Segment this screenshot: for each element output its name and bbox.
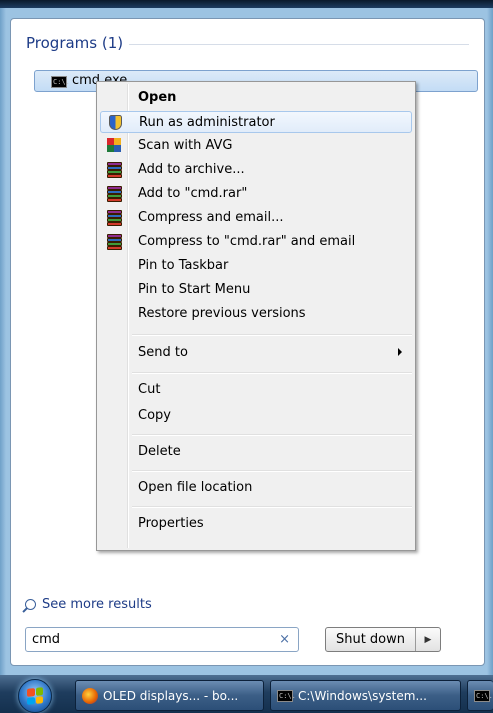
programs-header-label: Programs (1) [26, 34, 124, 52]
menu-item-scan-with-avg[interactable]: Scan with AVG [100, 135, 412, 157]
menu-item-send-to[interactable]: Send to [100, 342, 412, 364]
menu-item-label: Open [138, 90, 177, 105]
menu-item-label: Compress to "cmd.rar" and email [138, 234, 356, 249]
menu-item-label: Properties [138, 516, 204, 531]
menu-item-delete[interactable]: Delete [100, 441, 412, 463]
menu-item-label: Run as administrator [139, 115, 275, 130]
console-icon: C:\. [51, 76, 70, 88]
search-input[interactable] [32, 631, 262, 648]
context-menu: Open Run as administrator Scan with AVG … [96, 81, 416, 551]
menu-item-label: Cut [138, 382, 161, 397]
start-search-box[interactable]: × [25, 627, 299, 652]
menu-item-copy[interactable]: Copy [100, 405, 412, 427]
menu-item-label: Open file location [138, 480, 253, 495]
winrar-icon [107, 186, 122, 202]
shutdown-options-button[interactable]: ▶ [416, 628, 440, 651]
menu-item-label: Restore previous versions [138, 306, 306, 321]
shutdown-label: Shut down [335, 632, 406, 647]
see-more-results-link[interactable]: See more results [25, 597, 152, 612]
taskbar-firefox-label: OLED displays... - bo... [103, 688, 239, 703]
menu-item-label: Scan with AVG [138, 138, 233, 153]
firefox-icon [82, 687, 98, 704]
submenu-arrow-icon [398, 348, 402, 356]
uac-shield-icon [109, 115, 122, 130]
chevron-right-icon: ▶ [424, 634, 432, 645]
console-icon: C:\. [277, 689, 296, 702]
start-button[interactable] [18, 679, 52, 713]
menu-item-cut[interactable]: Cut [100, 379, 412, 401]
menu-separator [132, 334, 412, 336]
menu-item-label: Send to [138, 345, 188, 360]
taskbar-cmd-button[interactable]: C:\. C:\Windows\system... [270, 680, 461, 711]
menu-item-compress-and-email[interactable]: Compress and email... [100, 207, 412, 229]
menu-item-label: Add to "cmd.rar" [138, 186, 248, 201]
shutdown-button[interactable]: Shut down [326, 628, 416, 651]
menu-item-open[interactable]: Open [100, 87, 412, 109]
header-divider [129, 44, 469, 45]
menu-item-label: Add to archive... [138, 162, 245, 177]
menu-separator [132, 372, 412, 374]
shutdown-button-group: Shut down ▶ [325, 627, 441, 652]
winrar-icon [107, 210, 122, 226]
menu-item-label: Delete [138, 444, 181, 459]
programs-header: Programs (1) [26, 34, 469, 52]
see-more-results-label: See more results [42, 597, 152, 612]
menu-item-pin-to-taskbar[interactable]: Pin to Taskbar [100, 255, 412, 277]
menu-item-properties[interactable]: Properties [100, 513, 412, 535]
menu-item-pin-to-start-menu[interactable]: Pin to Start Menu [100, 279, 412, 301]
menu-separator [132, 434, 412, 436]
taskbar-firefox-button[interactable]: OLED displays... - bo... [75, 680, 264, 711]
menu-item-label: Pin to Taskbar [138, 258, 229, 273]
search-icon [25, 599, 36, 610]
menu-item-restore-previous-versions[interactable]: Restore previous versions [100, 303, 412, 325]
menu-item-add-to-cmd-rar[interactable]: Add to "cmd.rar" [100, 183, 412, 205]
taskbar-cmd-button-2[interactable]: C:\. [467, 680, 493, 711]
windows-logo-icon [27, 687, 43, 705]
menu-item-run-as-administrator[interactable]: Run as administrator [100, 111, 412, 133]
menu-separator [132, 470, 412, 472]
avg-icon [107, 138, 121, 152]
menu-item-label: Copy [138, 408, 171, 423]
menu-item-open-file-location[interactable]: Open file location [100, 477, 412, 499]
console-icon: C:\. [474, 689, 493, 702]
winrar-icon [107, 234, 122, 250]
taskbar-cmd-label: C:\Windows\system... [298, 688, 427, 703]
menu-item-label: Compress and email... [138, 210, 284, 225]
clear-search-icon[interactable]: × [279, 632, 290, 647]
menu-item-label: Pin to Start Menu [138, 282, 251, 297]
menu-item-add-to-archive[interactable]: Add to archive... [100, 159, 412, 181]
menu-item-compress-to-cmd-rar-and-email[interactable]: Compress to "cmd.rar" and email [100, 231, 412, 253]
menu-separator [132, 506, 412, 508]
winrar-icon [107, 162, 122, 178]
